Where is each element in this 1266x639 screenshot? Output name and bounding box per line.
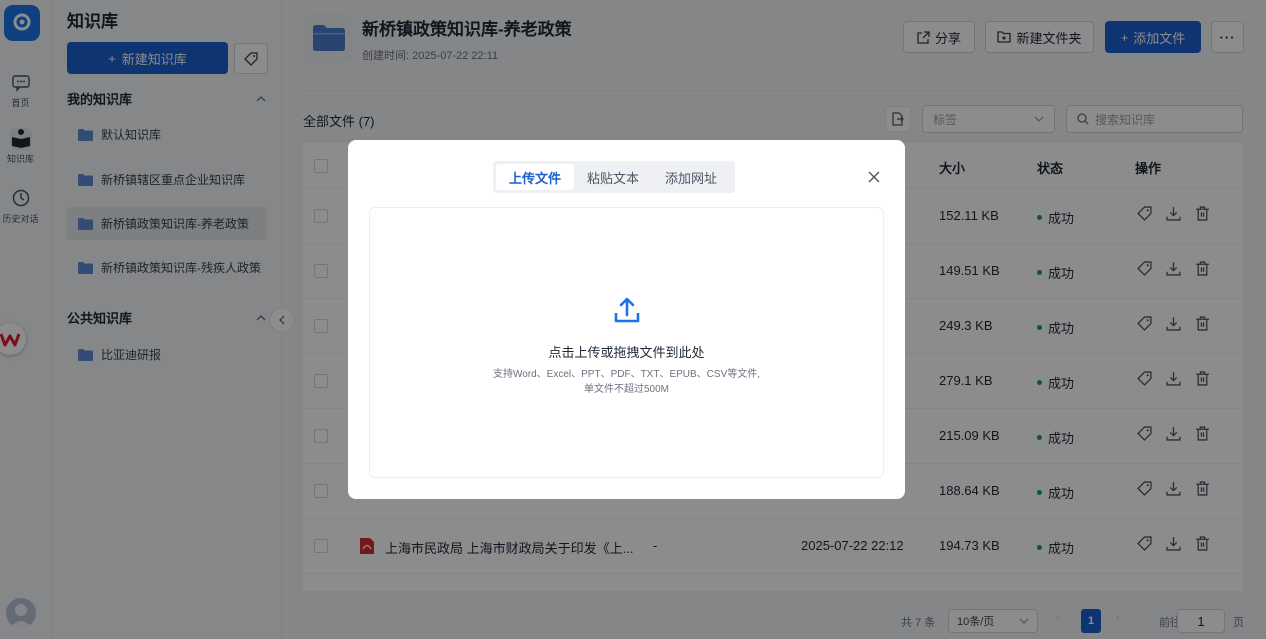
tab-add-url[interactable]: 添加网址	[652, 164, 730, 190]
tab-paste-text[interactable]: 粘贴文本	[574, 164, 652, 190]
dropzone-formats: 支持Word、Excel、PPT、PDF、TXT、EPUB、CSV等文件,	[492, 369, 761, 380]
dropzone-title: 点击上传或拖拽文件到此处	[548, 345, 705, 360]
upload-dialog: 上传文件 粘贴文本 添加网址 点击上传或拖拽文件到此处 支持Word、Excel…	[348, 140, 905, 499]
upload-dropzone[interactable]: 点击上传或拖拽文件到此处 支持Word、Excel、PPT、PDF、TXT、EP…	[369, 207, 884, 478]
dropzone-limit: 单文件不超过500M	[583, 384, 669, 395]
upload-icon	[614, 297, 640, 323]
tab-upload-file[interactable]: 上传文件	[496, 164, 575, 190]
close-icon[interactable]	[865, 168, 883, 186]
upload-tabs: 上传文件 粘贴文本 添加网址	[493, 161, 735, 193]
